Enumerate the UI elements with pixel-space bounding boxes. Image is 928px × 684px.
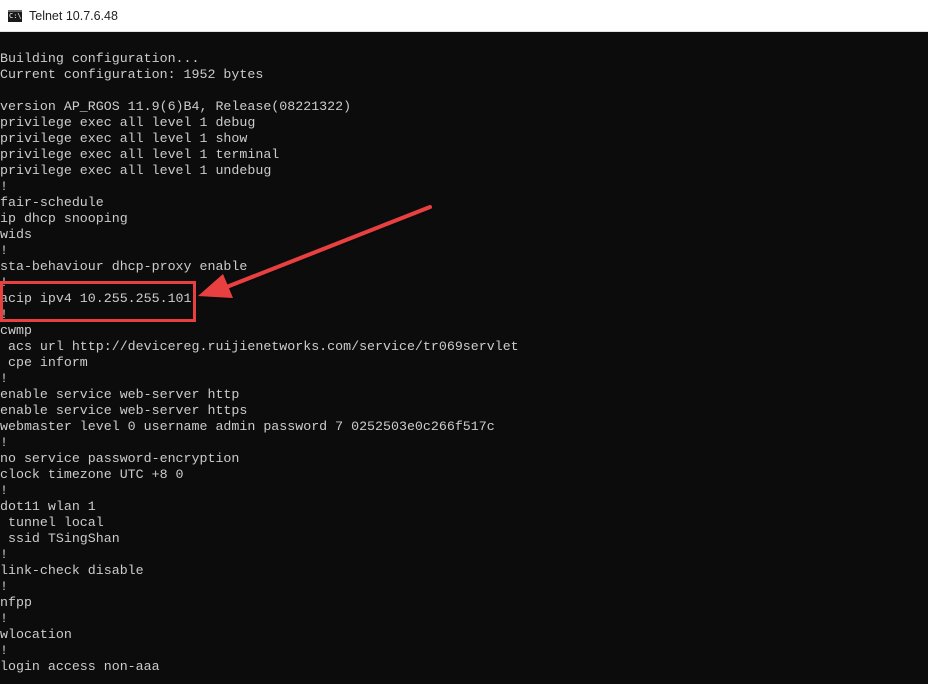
terminal-output: Building configuration... Current config… [0, 51, 519, 675]
telnet-window: C:\ Telnet 10.7.6.48 Building configurat… [0, 0, 928, 684]
window-title: Telnet 10.7.6.48 [29, 9, 118, 23]
terminal-line: ! [0, 611, 8, 626]
terminal-line: link-check disable [0, 563, 144, 578]
console-icon-glyph: C:\ [9, 12, 22, 20]
terminal-line: login access non-aaa [0, 659, 160, 674]
terminal-line: webmaster level 0 username admin passwor… [0, 419, 495, 434]
terminal-line: ! [0, 371, 8, 386]
console-icon: C:\ [8, 10, 22, 22]
terminal-line: privilege exec all level 1 terminal [0, 147, 280, 162]
terminal-line: sta-behaviour dhcp-proxy enable [0, 259, 248, 274]
title-bar[interactable]: C:\ Telnet 10.7.6.48 [0, 0, 928, 32]
terminal-line: enable service web-server http [0, 387, 240, 402]
terminal-line: wids [0, 227, 32, 242]
terminal-line: ! [0, 579, 8, 594]
terminal-line: ! [0, 179, 8, 194]
terminal-line: ! [0, 483, 8, 498]
terminal-line: version AP_RGOS 11.9(6)B4, Release(08221… [0, 99, 352, 114]
terminal-line: Current configuration: 1952 bytes [0, 67, 264, 82]
terminal-line: fair-schedule [0, 195, 104, 210]
terminal-line: wlocation [0, 627, 72, 642]
terminal-line: privilege exec all level 1 debug [0, 115, 256, 130]
terminal-line: dot11 wlan 1 [0, 499, 96, 514]
annotation-highlight-box [0, 281, 196, 322]
terminal-line: cwmp [0, 323, 32, 338]
terminal-line: ! [0, 435, 8, 450]
terminal-line: acs url http://devicereg.ruijienetworks.… [0, 339, 519, 354]
terminal-console[interactable]: Building configuration... Current config… [0, 32, 928, 684]
terminal-line: privilege exec all level 1 show [0, 131, 248, 146]
terminal-line: clock timezone UTC +8 0 [0, 467, 184, 482]
terminal-line: ! [0, 243, 8, 258]
terminal-line: privilege exec all level 1 undebug [0, 163, 272, 178]
terminal-line: cpe inform [0, 355, 88, 370]
terminal-line: ssid TSingShan [0, 531, 120, 546]
terminal-line: enable service web-server https [0, 403, 248, 418]
terminal-line: nfpp [0, 595, 32, 610]
terminal-line: ! [0, 547, 8, 562]
terminal-line: ! [0, 643, 8, 658]
terminal-line: no service password-encryption [0, 451, 240, 466]
terminal-line: ip dhcp snooping [0, 211, 128, 226]
terminal-line: Building configuration... [0, 51, 200, 66]
terminal-line: tunnel local [0, 515, 104, 530]
